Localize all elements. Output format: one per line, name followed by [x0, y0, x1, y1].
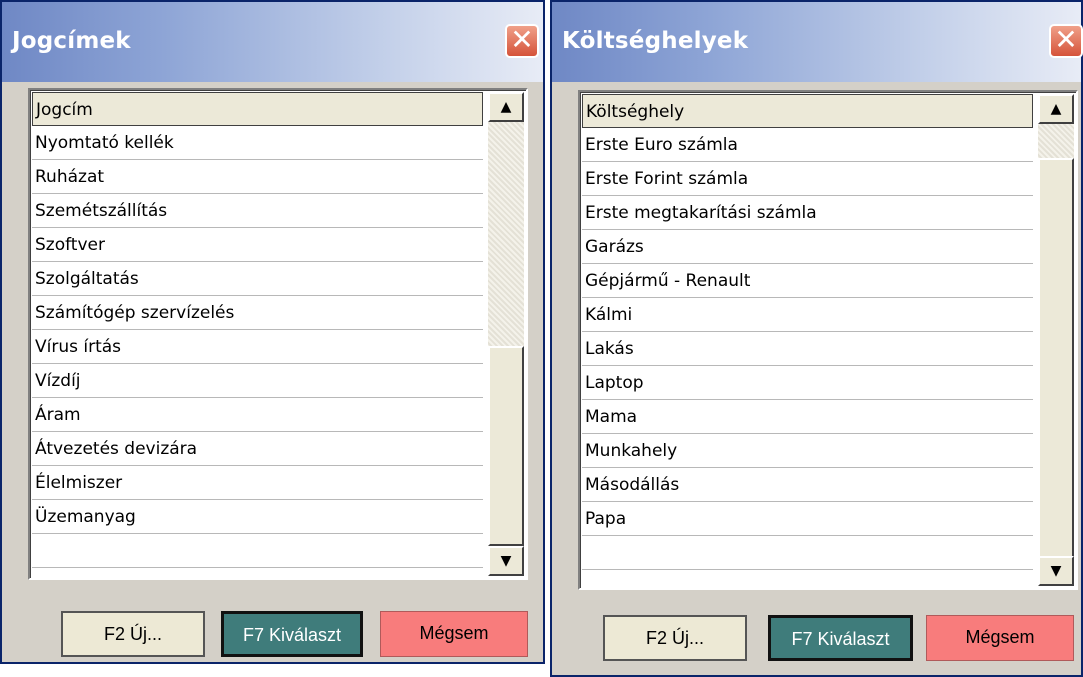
select-button[interactable]: F7 Kiválaszt: [768, 615, 913, 661]
list-item[interactable]: Vírus írtás: [32, 330, 483, 364]
vertical-scrollbar[interactable]: ▲ ▼: [1038, 94, 1074, 586]
dialog-title: Jogcímek: [12, 28, 131, 54]
list-item[interactable]: Szemétszállítás: [32, 194, 483, 228]
list-item[interactable]: Kálmi: [582, 298, 1033, 332]
scroll-down-icon[interactable]: ▼: [488, 546, 524, 576]
vertical-scrollbar[interactable]: ▲ ▼: [488, 92, 524, 576]
koltseghelyek-dialog: Költséghelyek ✕ Költséghely Erste Euro s…: [550, 0, 1083, 677]
list-item[interactable]: Élelmiszer: [32, 466, 483, 500]
cancel-button[interactable]: Mégsem: [926, 615, 1074, 661]
list-item[interactable]: Papa: [582, 502, 1033, 536]
list-item[interactable]: Átvezetés devizára: [32, 432, 483, 466]
list-item[interactable]: Mama: [582, 400, 1033, 434]
scroll-up-icon[interactable]: ▲: [488, 92, 524, 122]
list-item[interactable]: Lakás: [582, 332, 1033, 366]
list-item[interactable]: Munkahely: [582, 434, 1033, 468]
list-item[interactable]: Másodállás: [582, 468, 1033, 502]
empty-row: [32, 534, 483, 568]
list-item[interactable]: Szolgáltatás: [32, 262, 483, 296]
list-header[interactable]: Jogcím: [32, 92, 483, 126]
title-bar[interactable]: Költséghelyek ✕: [552, 2, 1083, 82]
cancel-button[interactable]: Mégsem: [380, 611, 528, 657]
dialog-title: Költséghelyek: [562, 28, 749, 54]
scroll-down-icon[interactable]: ▼: [1038, 556, 1074, 586]
jogcim-list[interactable]: Jogcím Nyomtató kellék Ruházat Szemétszáll…: [28, 88, 528, 580]
list-item[interactable]: Erste megtakarítási számla: [582, 196, 1033, 230]
list-item[interactable]: Erste Euro számla: [582, 128, 1033, 162]
select-button[interactable]: F7 Kiválaszt: [221, 611, 363, 657]
new-button[interactable]: F2 Új...: [61, 611, 205, 657]
jogcimek-dialog: Jogcímek ✕ Jogcím Nyomtató kellék Ruházat…: [0, 0, 545, 664]
scroll-up-icon[interactable]: ▲: [1038, 94, 1074, 124]
list-item[interactable]: Szoftver: [32, 228, 483, 262]
list-item[interactable]: Vízdíj: [32, 364, 483, 398]
empty-row: [582, 536, 1033, 570]
list-header[interactable]: Költséghely: [582, 94, 1033, 128]
list-rows: Költséghely Erste Euro számla Erste Forin…: [582, 94, 1033, 570]
list-item[interactable]: Számítógép szervízelés: [32, 296, 483, 330]
list-item[interactable]: Gépjármű - Renault: [582, 264, 1033, 298]
close-icon[interactable]: ✕: [505, 24, 539, 58]
scroll-thumb[interactable]: [1038, 158, 1074, 558]
title-bar[interactable]: Jogcímek ✕: [2, 2, 543, 82]
list-item[interactable]: Garázs: [582, 230, 1033, 264]
list-item[interactable]: Üzemanyag: [32, 500, 483, 534]
list-rows: Jogcím Nyomtató kellék Ruházat Szemétszáll…: [32, 92, 483, 568]
scroll-thumb[interactable]: [488, 346, 524, 546]
koltseghely-list[interactable]: Költséghely Erste Euro számla Erste Forin…: [578, 90, 1078, 590]
list-item[interactable]: Nyomtató kellék: [32, 126, 483, 160]
list-item[interactable]: Ruházat: [32, 160, 483, 194]
new-button[interactable]: F2 Új...: [603, 615, 747, 661]
close-icon[interactable]: ✕: [1049, 24, 1083, 58]
list-item[interactable]: Laptop: [582, 366, 1033, 400]
list-item[interactable]: Erste Forint számla: [582, 162, 1033, 196]
list-item[interactable]: Áram: [32, 398, 483, 432]
